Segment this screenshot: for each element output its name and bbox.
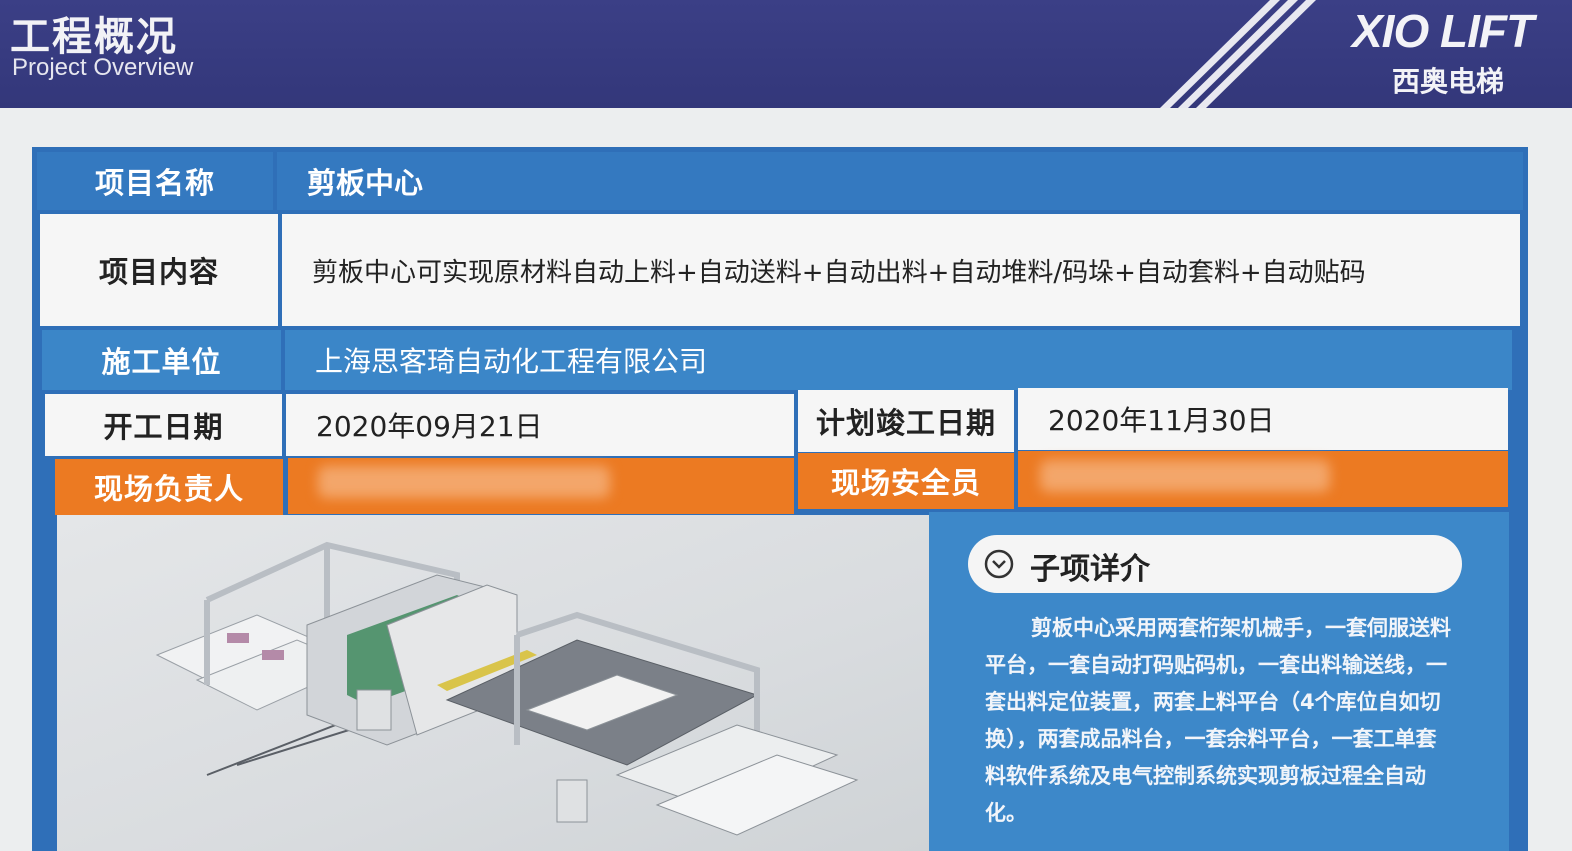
start-date-label: 开工日期 <box>45 394 282 456</box>
machine-illustration <box>155 541 859 836</box>
brand-logo-text: XIO LIFT <box>1352 5 1534 57</box>
start-date-value: 2020年09月21日 <box>286 394 794 456</box>
site-manager-label: 现场负责人 <box>55 459 283 515</box>
safety-officer-label: 现场安全员 <box>798 453 1014 509</box>
subitem-description: 剪板中心采用两套桁架机械手，一套伺服送料平台，一套自动打码贴码机，一套出料输送线… <box>985 616 1451 825</box>
decorative-stripes <box>1160 0 1316 108</box>
planned-completion-value: 2020年11月30日 <box>1018 388 1508 450</box>
planned-completion-label: 计划竣工日期 <box>798 390 1014 452</box>
site-manager-redacted <box>318 466 610 498</box>
contractor-value: 上海思客琦自动化工程有限公司 <box>285 330 1512 390</box>
contractor-label: 施工单位 <box>42 330 281 390</box>
page-subtitle: Project Overview <box>12 54 194 81</box>
safety-officer-redacted <box>1040 460 1330 492</box>
project-content-label: 项目内容 <box>40 214 278 326</box>
header-band: 工程概况 Project Overview XIO LIFT 西奥电梯 <box>0 0 1572 108</box>
chevron-down-circle-icon <box>984 549 1014 579</box>
subitem-title: 子项详介 <box>1030 552 1150 587</box>
equipment-rendering <box>57 515 929 851</box>
project-name-value: 剪板中心 <box>277 152 1523 210</box>
project-name-label: 项目名称 <box>37 152 273 210</box>
brand-logo-cn: 西奥电梯 <box>1392 65 1505 98</box>
project-content-value: 剪板中心可实现原材料自动上料+自动送料+自动出料+自动堆料/码垛+自动套料+自动… <box>282 214 1520 326</box>
